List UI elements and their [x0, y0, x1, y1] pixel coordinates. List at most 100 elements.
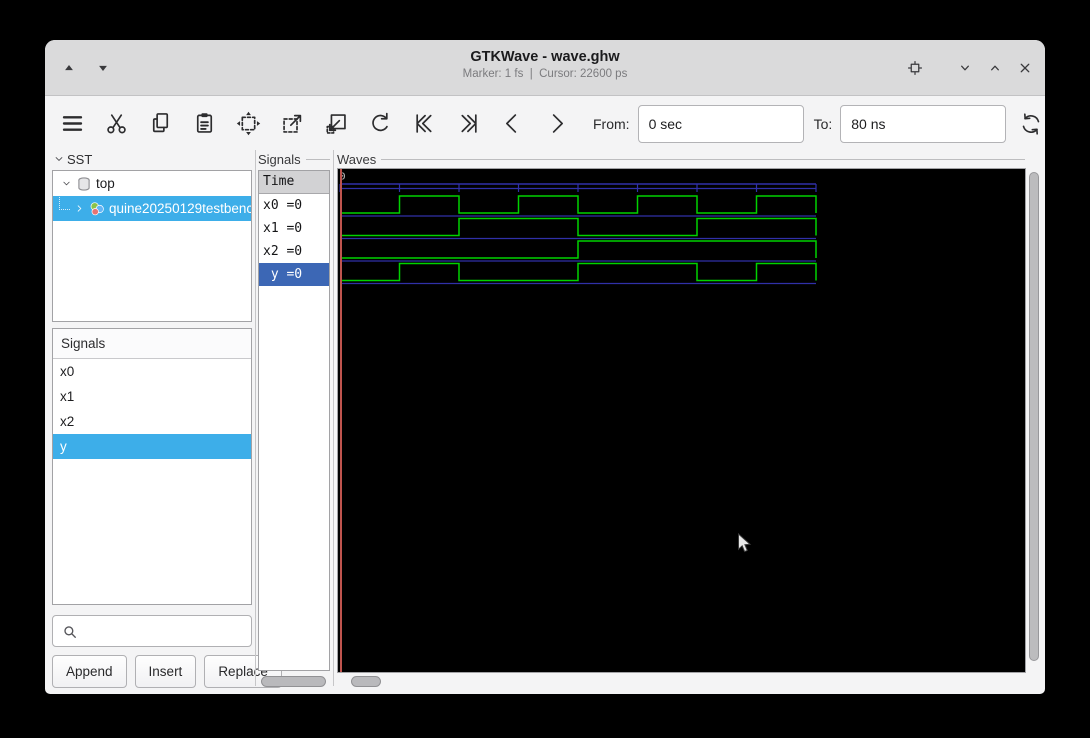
- from-label: From:: [593, 116, 630, 132]
- menu-icon: [59, 110, 86, 137]
- cut-icon: [103, 110, 130, 137]
- reload-button[interactable]: [1014, 107, 1045, 141]
- toolbar: From: To:: [45, 97, 1045, 150]
- tree-item-top[interactable]: top: [53, 171, 251, 196]
- cut-button[interactable]: [99, 107, 133, 141]
- append-button[interactable]: Append: [52, 655, 127, 688]
- undo-button[interactable]: [363, 107, 397, 141]
- tree-item-label: quine20250129testbenc: [109, 201, 251, 216]
- copy-icon: [147, 110, 174, 137]
- titlebar-right-buttons: [903, 56, 1037, 80]
- window-close-icon: [1015, 58, 1035, 78]
- restore-icon: [905, 58, 925, 78]
- insert-button[interactable]: Insert: [135, 655, 197, 688]
- signal-list-item-x0[interactable]: x0: [53, 359, 251, 384]
- chevron-down-icon: [52, 152, 67, 166]
- go-last-button[interactable]: [451, 107, 485, 141]
- chevron-down-icon: [60, 177, 73, 190]
- waves-vscrollbar[interactable]: [1028, 168, 1040, 673]
- paste-icon: [191, 110, 218, 137]
- mid-splitter[interactable]: [333, 150, 334, 686]
- window-minimize-button[interactable]: [953, 56, 977, 80]
- expander[interactable]: [58, 176, 74, 192]
- sst-label: SST: [67, 152, 92, 167]
- scrollbar-thumb[interactable]: [351, 676, 381, 687]
- zoom-out-button[interactable]: [319, 107, 353, 141]
- tree-item-quine20250129testbenc[interactable]: quine20250129testbenc: [53, 196, 251, 221]
- window-maximize-icon: [985, 58, 1005, 78]
- waves-hscrollbar[interactable]: [343, 676, 1040, 687]
- shade-down-icon: [93, 58, 113, 78]
- go-last-icon: [455, 110, 482, 137]
- shade-up-icon: [59, 58, 79, 78]
- titlebar-text: GTKWave - wave.ghw Marker: 1 fs | Cursor…: [195, 49, 895, 80]
- reload-icon: [1018, 111, 1044, 137]
- signal-value-row[interactable]: y =0: [259, 263, 329, 286]
- waveform-svg: 0: [338, 169, 1025, 672]
- scrollbar-thumb[interactable]: [261, 676, 326, 687]
- zoom-fit-icon: [235, 110, 262, 137]
- signal-browser-header: Signals: [53, 329, 251, 359]
- menu-button[interactable]: [55, 107, 89, 141]
- zoom-in-button[interactable]: [275, 107, 309, 141]
- window-close-button[interactable]: [1013, 56, 1037, 80]
- left-splitter[interactable]: [255, 150, 256, 686]
- signal-list-item-x1[interactable]: x1: [53, 384, 251, 409]
- signal-values-hscrollbar[interactable]: [258, 676, 330, 687]
- signal-search-box[interactable]: [52, 615, 252, 647]
- to-input[interactable]: [840, 105, 1006, 143]
- to-label: To:: [814, 116, 833, 132]
- go-next-icon: [543, 110, 570, 137]
- paste-button[interactable]: [187, 107, 221, 141]
- tree-guide: [59, 197, 70, 210]
- signals-frame-label: Signals: [258, 150, 330, 168]
- titlebar[interactable]: GTKWave - wave.ghw Marker: 1 fs | Cursor…: [45, 40, 1045, 96]
- zoom-out-icon: [323, 110, 350, 137]
- search-icon: [61, 623, 79, 641]
- wave-y: [340, 264, 816, 281]
- gtkwave-window: GTKWave - wave.ghw Marker: 1 fs | Cursor…: [45, 40, 1045, 694]
- signal-browser-panel: Signals x0x1x2y: [52, 328, 252, 605]
- toolbar-buttons: [55, 107, 583, 141]
- signal-action-buttons: AppendInsertReplace: [52, 655, 282, 688]
- chevron-right-icon: [73, 202, 86, 215]
- restore-button[interactable]: [903, 56, 927, 80]
- go-previous-button[interactable]: [495, 107, 529, 141]
- expander[interactable]: [71, 201, 87, 217]
- go-next-button[interactable]: [539, 107, 573, 141]
- window-title: GTKWave - wave.ghw: [195, 49, 895, 65]
- scrollbar-thumb[interactable]: [1029, 172, 1039, 661]
- time-header: Time: [259, 171, 329, 194]
- go-first-icon: [411, 110, 438, 137]
- from-input[interactable]: [638, 105, 804, 143]
- sst-tree-panel[interactable]: top quine20250129testbenc: [52, 170, 252, 322]
- signal-list-item-x2[interactable]: x2: [53, 409, 251, 434]
- signal-value-row[interactable]: x0 =0: [259, 194, 329, 217]
- shade-down-button[interactable]: [91, 56, 115, 80]
- wave-x1: [340, 219, 816, 236]
- window-subtitle: Marker: 1 fs | Cursor: 22600 ps: [195, 68, 895, 80]
- signal-value-row[interactable]: x2 =0: [259, 240, 329, 263]
- shade-up-button[interactable]: [57, 56, 81, 80]
- sst-expander[interactable]: SST: [52, 150, 252, 168]
- component-icon: [88, 200, 106, 218]
- signal-values-panel: Time x0 =0x1 =0x2 =0 y =0: [258, 170, 330, 671]
- window-maximize-button[interactable]: [983, 56, 1007, 80]
- tree-item-label: top: [96, 176, 115, 191]
- copy-button[interactable]: [143, 107, 177, 141]
- zoom-fit-button[interactable]: [231, 107, 265, 141]
- signal-list-item-y[interactable]: y: [53, 434, 251, 459]
- go-first-button[interactable]: [407, 107, 441, 141]
- undo-icon: [367, 110, 394, 137]
- signal-value-row[interactable]: x1 =0: [259, 217, 329, 240]
- wave-x2: [340, 241, 816, 258]
- signal-search-input[interactable]: [83, 617, 247, 645]
- module-icon: [75, 175, 93, 193]
- titlebar-left-buttons: [57, 56, 115, 80]
- go-previous-icon: [499, 110, 526, 137]
- window-minimize-icon: [955, 58, 975, 78]
- wave-x0: [340, 196, 816, 213]
- chevron-down-icon: [52, 152, 66, 166]
- waves-frame-label: Waves: [337, 150, 1025, 168]
- wave-canvas[interactable]: 0: [337, 168, 1026, 673]
